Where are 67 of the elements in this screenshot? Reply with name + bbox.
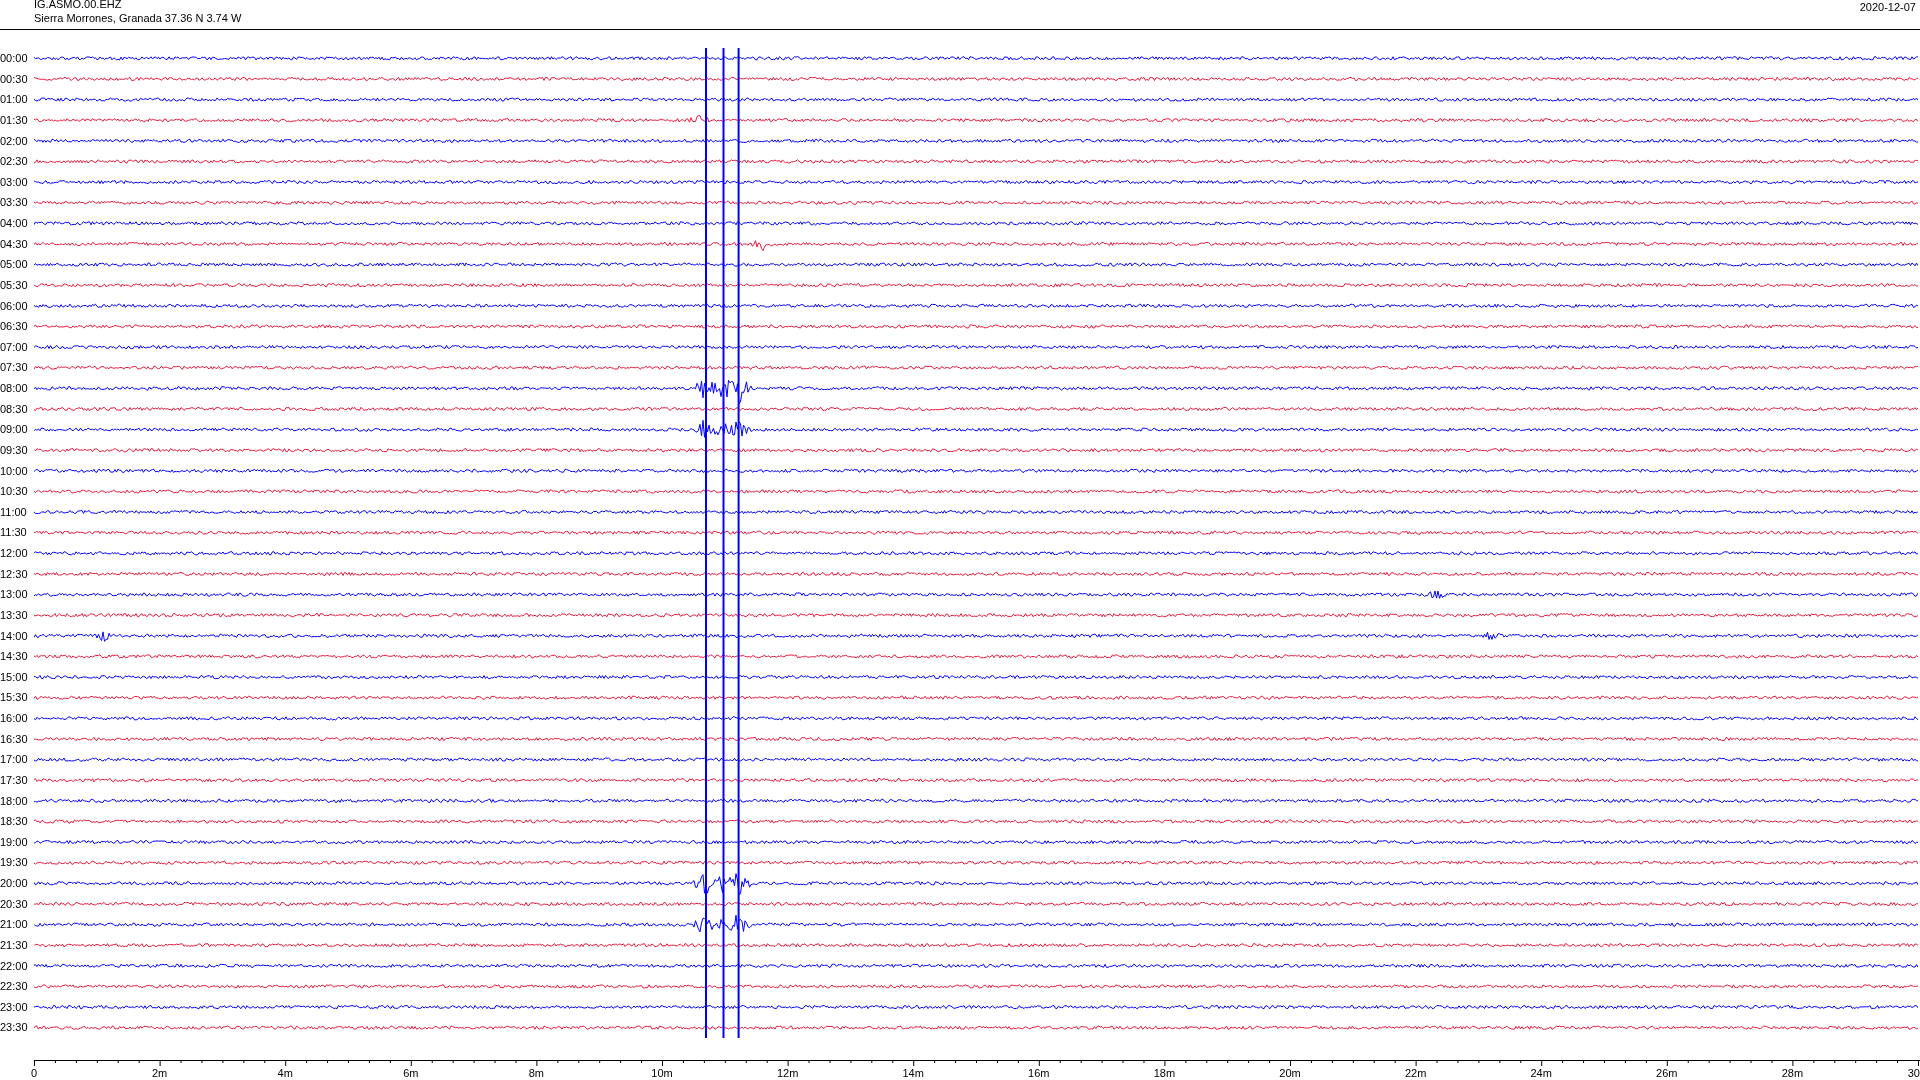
time-label: 09:30 — [0, 442, 28, 458]
axis-label: 0 — [30, 1067, 38, 1079]
axis-label: 28m — [1781, 1067, 1804, 1079]
time-label: 12:30 — [0, 566, 28, 582]
axis-label: 6m — [403, 1067, 419, 1079]
time-label: 08:30 — [0, 401, 28, 417]
time-label: 08:00 — [0, 381, 28, 396]
time-label: 02:30 — [0, 154, 28, 170]
time-label: 05:00 — [0, 257, 28, 273]
time-label: 05:30 — [0, 277, 28, 293]
time-label: 12:00 — [0, 546, 28, 561]
time-label: 03:30 — [0, 195, 28, 211]
axis-label: 2m — [151, 1067, 168, 1079]
axis-label: 8m — [528, 1067, 545, 1079]
time-label: 10:30 — [0, 484, 28, 500]
time-label: 07:00 — [0, 339, 28, 355]
time-label: 10:00 — [0, 463, 28, 479]
time-label: 16:30 — [0, 731, 28, 747]
time-label: 14:00 — [0, 628, 28, 644]
time-label: 20:30 — [0, 896, 28, 912]
time-label: 18:00 — [0, 793, 28, 809]
axis-label: 22m — [1404, 1067, 1427, 1079]
time-label: 04:30 — [0, 236, 28, 252]
time-label: 02:00 — [0, 133, 28, 149]
time-label: 00:30 — [0, 71, 28, 87]
time-label: 01:30 — [0, 112, 28, 128]
time-label: 23:00 — [0, 999, 28, 1015]
axis-label: 4m — [277, 1067, 293, 1079]
time-label: 21:00 — [0, 917, 28, 933]
time-label: 11:00 — [0, 504, 27, 520]
time-label: 14:30 — [0, 649, 28, 665]
time-label: 15:30 — [0, 690, 28, 706]
time-label: 01:00 — [0, 92, 28, 108]
time-label: 23:30 — [0, 1020, 28, 1036]
time-label: 13:30 — [0, 607, 28, 623]
time-label: 00:00 — [0, 51, 28, 66]
time-label: 06:00 — [0, 298, 28, 314]
time-label: 06:30 — [0, 319, 28, 335]
time-label: 17:00 — [0, 752, 28, 768]
time-label: 04:00 — [0, 216, 28, 231]
time-label: 18:30 — [0, 814, 28, 830]
time-label: 03:00 — [0, 174, 28, 190]
axis-label: 30 — [1907, 1067, 1920, 1079]
time-label: 15:00 — [0, 669, 28, 685]
plot-date: 2020-12-07 — [1859, 0, 1916, 14]
time-label: 20:00 — [0, 876, 28, 891]
time-label: 21:30 — [0, 937, 28, 953]
time-label: 16:00 — [0, 711, 28, 726]
axis-label: 18m — [1153, 1067, 1176, 1079]
axis-label: 16m — [1028, 1067, 1050, 1079]
time-label: 11:30 — [0, 525, 27, 541]
time-label: 19:00 — [0, 834, 28, 850]
time-label: 13:00 — [0, 587, 28, 603]
time-label: 22:00 — [0, 958, 28, 974]
station-code: IG.ASMO.00.EHZ — [34, 0, 123, 11]
time-label: 19:30 — [0, 855, 28, 871]
station-location: Sierra Morrones, Granada 37.36 N 3.74 W — [34, 11, 242, 25]
axis-label: 24m — [1530, 1067, 1552, 1079]
time-label: 22:30 — [0, 979, 28, 995]
time-label: 17:30 — [0, 772, 28, 788]
time-label: 07:30 — [0, 360, 28, 376]
axis-label: 20m — [1279, 1067, 1301, 1079]
axis-label: 26m — [1656, 1067, 1678, 1079]
axis-label: 10m — [651, 1067, 673, 1079]
axis-label: 14m — [902, 1067, 924, 1079]
axis-label: 12m — [776, 1067, 799, 1079]
time-label: 09:00 — [0, 422, 28, 438]
